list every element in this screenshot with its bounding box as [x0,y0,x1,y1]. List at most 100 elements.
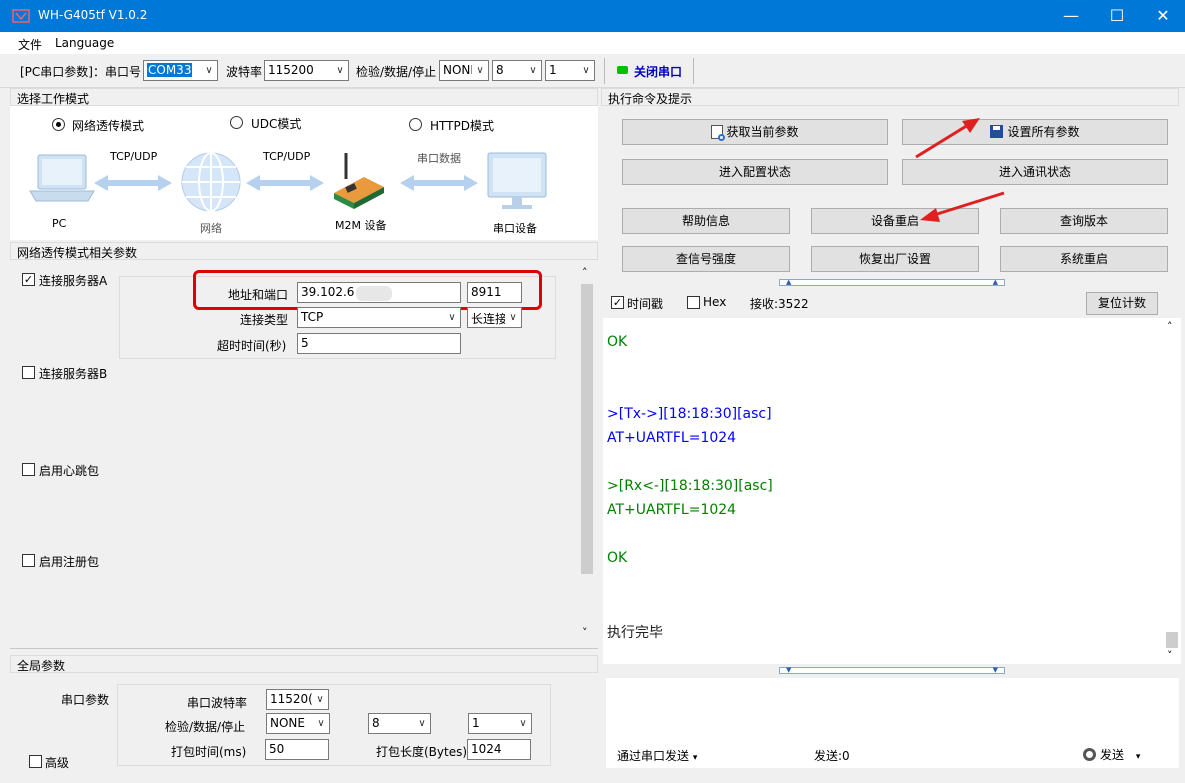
up-arrow-icon: ▲ [992,278,998,286]
server-b-checkbox[interactable] [22,366,35,379]
double-arrow-icon [246,175,324,191]
server-b-label: 连接服务器B [39,367,108,381]
right-splitter-top[interactable]: ▲ ▲ [779,278,1005,286]
radio-udc-mode[interactable] [230,116,243,129]
pack-time-field[interactable]: 50 [265,739,329,760]
stopbits-select[interactable]: 1 ∨ [545,60,595,81]
terminal-line: >[Tx->][18:18:30][asc] [607,406,772,422]
get-params-button[interactable]: 获取当前参数 [622,119,888,145]
send-input[interactable] [606,678,1179,740]
global-stopbits-select[interactable]: 1 ∨ [468,713,532,734]
reset-count-button[interactable]: 复位计数 [1086,292,1158,315]
terminal-scrollbar[interactable]: ˄ ˅ [1163,318,1181,664]
close-port-button[interactable]: 关闭串口 [612,57,694,83]
recv-count: 接收:3522 [750,297,809,311]
server-a-checkbox[interactable]: ✓ [22,273,35,286]
global-parity-select[interactable]: NONE ∨ [266,713,330,734]
signal-strength-button[interactable]: 查信号强度 [622,246,790,272]
baud-select[interactable]: 115200 ∨ [264,60,349,81]
highlight-box [193,270,542,310]
send-button[interactable]: 发送 ▾ [1083,746,1140,763]
timeout-label: 超时时间(秒) [217,339,287,353]
minimize-button[interactable]: — [1048,0,1094,32]
menu-file[interactable]: 文件 [18,36,42,53]
globe-icon [181,152,241,212]
chevron-down-icon: ∨ [515,714,531,733]
chevron-down-icon: ∨ [312,690,328,709]
title-bar: WH-G405tf V1.0.2 — ☐ ✕ [0,0,1185,32]
net-params-header: 网络透传模式相关参数 [10,242,598,260]
conn-type-select[interactable]: TCP ∨ [297,307,461,328]
pack-time-label: 打包时间(ms) [171,745,247,759]
databits-select[interactable]: 8 ∨ [492,60,542,81]
menu-bar: 文件 Language [0,32,1185,54]
right-splitter-bottom[interactable]: ▼ ▼ [779,666,1005,674]
factory-reset-button[interactable]: 恢复出厂设置 [811,246,979,272]
terminal-line: AT+UARTFL=1024 [607,502,737,518]
caret-down-icon: ▾ [692,753,698,763]
system-restart-button[interactable]: 系统重启 [1000,246,1168,272]
m2m-device-icon [334,153,384,209]
diagram-serial-data-label: 串口数据 [417,152,461,165]
global-databits-select[interactable]: 8 ∨ [368,713,431,734]
timestamp-label: 时间戳 [627,297,664,311]
monitor-icon [487,152,547,209]
terminal-line: OK [607,334,628,350]
terminal-line: OK [607,550,628,566]
help-button[interactable]: 帮助信息 [622,208,790,234]
diagram-tcp2-label: TCP/UDP [263,150,311,163]
right-header: 执行命令及提示 [601,88,1179,106]
global-baud-select[interactable]: 11520( ∨ [266,689,329,710]
parity-select[interactable]: NONI ∨ [439,60,489,81]
global-check-label: 检验/数据/停止 [165,720,246,734]
conn-mode-select[interactable]: 长连接 ∨ [467,307,522,328]
chevron-down-icon: ∨ [414,714,430,733]
port-select[interactable]: COM33 ∨ [143,60,218,81]
advanced-checkbox[interactable] [29,755,42,768]
register-checkbox[interactable] [22,554,35,567]
left-splitter[interactable] [10,648,598,651]
timestamp-checkbox[interactable]: ✓ [611,296,624,309]
send-count: 发送:0 [814,749,850,763]
down-arrow-icon: ▼ [786,666,792,674]
maximize-button[interactable]: ☐ [1094,0,1140,32]
pack-len-field[interactable]: 1024 [467,739,531,760]
diagram-pc-label: PC [52,217,67,230]
double-arrow-icon [94,175,172,191]
hex-checkbox[interactable] [687,296,700,309]
diagram-m2m-label: M2M 设备 [335,219,387,232]
double-arrow-icon [400,175,478,191]
send-via-serial-dropdown[interactable]: 通过串口发送 ▾ [617,747,697,764]
caret-down-icon: ▾ [1135,752,1141,762]
serial-params-label: 串口参数 [61,693,110,707]
chevron-down-icon: ˅ [1167,649,1173,662]
close-button[interactable]: ✕ [1140,0,1185,32]
radio-httpd-mode[interactable] [409,118,422,131]
terminal-line: >[Rx<-][18:18:30][asc] [607,478,773,494]
heartbeat-checkbox[interactable] [22,463,35,476]
heartbeat-label: 启用心跳包 [39,464,100,478]
enter-config-button[interactable]: 进入配置状态 [622,159,888,185]
chevron-down-icon: ∨ [332,61,348,80]
mode-header: 选择工作模式 [10,88,598,106]
baud-label: 波特率 [226,65,263,79]
scroll-thumb[interactable] [1166,632,1178,648]
toolbar-divider [693,58,694,84]
toolbar-divider [604,58,605,84]
menu-language[interactable]: Language [55,36,114,50]
register-label: 启用注册包 [39,555,100,569]
app-icon [12,9,30,23]
mode-httpd-label: HTTPD模式 [430,119,494,133]
radio-transparent-mode[interactable] [52,118,65,131]
advanced-label: 高级 [45,756,70,770]
chevron-down-icon: ∨ [578,61,594,80]
server-a-label: 连接服务器A [39,274,108,288]
chevron-up-icon: ˄ [1167,320,1173,333]
query-version-button[interactable]: 查询版本 [1000,208,1168,234]
close-port-label: 关闭串口 [634,65,683,79]
annotation-arrows [915,118,1005,222]
left-scrollbar[interactable]: ˄ ˅ [578,262,596,646]
scroll-thumb[interactable] [581,284,593,574]
pack-len-label: 打包长度(Bytes) [376,745,468,759]
timeout-field[interactable]: 5 [297,333,461,354]
